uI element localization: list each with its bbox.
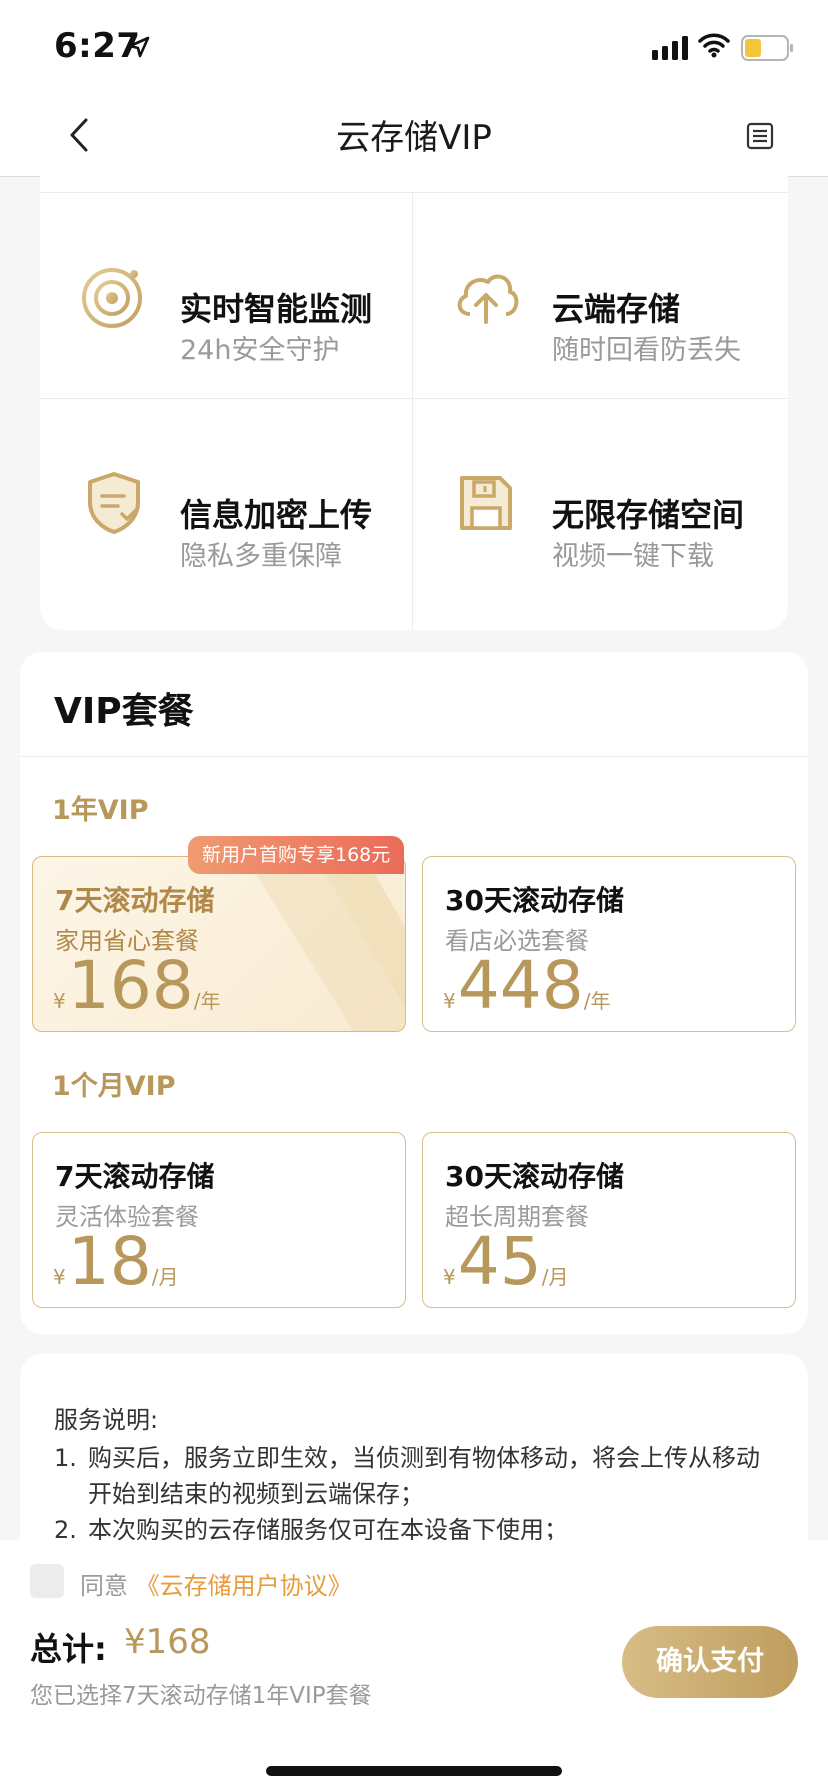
service-notes-title: 服务说明: bbox=[54, 1406, 159, 1434]
plan-yearly-30day[interactable]: 30天滚动存储 看店必选套餐 ¥448/年 bbox=[422, 856, 796, 1032]
new-user-promo-badge: 新用户首购专享168元 bbox=[188, 836, 405, 874]
back-button[interactable] bbox=[56, 110, 106, 160]
service-note-item: 2. 本次购买的云存储服务仅可在本设备下使用； bbox=[54, 1516, 568, 1540]
plan-price: ¥168/年 bbox=[53, 947, 221, 1024]
page-title: 云存储VIP bbox=[336, 118, 492, 158]
feature-unlimited-storage: 无限存储空间 视频一键下载 bbox=[412, 398, 784, 604]
plan-watermark-decoration bbox=[245, 857, 405, 1031]
wifi-icon bbox=[698, 33, 730, 58]
feature-subtitle: 24h安全守护 bbox=[180, 335, 340, 366]
feature-subtitle: 随时回看防丢失 bbox=[552, 335, 741, 366]
feature-encrypted-upload: 信息加密上传 隐私多重保障 bbox=[40, 398, 412, 604]
service-note-item: 1. 购买后，服务立即生效，当侦测到有物体移动，将会上传从移动 bbox=[54, 1444, 760, 1472]
user-agreement-link[interactable]: 《云存储用户协议》 bbox=[136, 1572, 352, 1600]
feature-title: 云端存储 bbox=[552, 290, 681, 328]
confirm-pay-button[interactable]: 确认支付 bbox=[622, 1626, 798, 1698]
plan-price: ¥18/月 bbox=[53, 1223, 179, 1300]
group-label-yearly: 1年VIP bbox=[52, 795, 149, 826]
cellular-signal-icon bbox=[652, 36, 688, 60]
list-document-icon bbox=[746, 122, 774, 150]
agreement-checkbox[interactable] bbox=[30, 1564, 64, 1598]
total-price: ¥168 bbox=[124, 1622, 211, 1662]
service-notes-card: 服务说明: 1. 购买后，服务立即生效，当侦测到有物体移动，将会上传从移动 开始到… bbox=[20, 1354, 808, 1540]
cloud-upload-icon bbox=[457, 274, 519, 324]
floppy-disk-icon bbox=[460, 476, 512, 530]
feature-title: 信息加密上传 bbox=[180, 496, 373, 534]
vip-section-title: VIP套餐 bbox=[54, 691, 194, 732]
feature-subtitle: 视频一键下载 bbox=[552, 541, 714, 572]
feature-cloud-storage: 云端存储 随时回看防丢失 bbox=[412, 192, 784, 398]
plan-name: 30天滚动存储 bbox=[445, 884, 624, 917]
plan-name: 30天滚动存储 bbox=[445, 1160, 624, 1193]
selected-plan-summary: 您已选择7天滚动存储1年VIP套餐 bbox=[30, 1683, 372, 1709]
features-card: 实时智能监测 24h安全守护 云端存储 随时回看防丢失 信息加密上传 隐私多重保… bbox=[40, 160, 788, 630]
feature-realtime-monitor: 实时智能监测 24h安全守护 bbox=[40, 192, 412, 398]
chevron-left-icon bbox=[70, 118, 88, 152]
monitor-target-icon bbox=[82, 268, 142, 328]
battery-icon bbox=[741, 35, 793, 61]
feature-title: 无限存储空间 bbox=[552, 496, 745, 534]
order-list-button[interactable] bbox=[740, 116, 780, 156]
plan-monthly-30day[interactable]: 30天滚动存储 超长周期套餐 ¥45/月 bbox=[422, 1132, 796, 1308]
status-bar: 6:27 bbox=[0, 0, 828, 96]
agreement-text: 同意 《云存储用户协议》 bbox=[80, 1572, 352, 1600]
feature-title: 实时智能监测 bbox=[180, 290, 373, 328]
checkout-bar: 同意 《云存储用户协议》 总计: ¥168 您已选择7天滚动存储1年VIP套餐 … bbox=[0, 1540, 828, 1792]
plan-price: ¥45/月 bbox=[443, 1223, 569, 1300]
plan-yearly-7day[interactable]: 7天滚动存储 家用省心套餐 ¥168/年 bbox=[32, 856, 406, 1032]
plan-price: ¥448/年 bbox=[443, 947, 611, 1024]
total-label: 总计: bbox=[30, 1630, 107, 1668]
service-note-continuation: 开始到结束的视频到云端保存； bbox=[88, 1480, 424, 1508]
feature-subtitle: 隐私多重保障 bbox=[180, 541, 342, 572]
shield-doc-icon bbox=[88, 472, 140, 534]
home-indicator bbox=[266, 1766, 562, 1776]
plan-monthly-7day[interactable]: 7天滚动存储 灵活体验套餐 ¥18/月 bbox=[32, 1132, 406, 1308]
group-label-monthly: 1个月VIP bbox=[52, 1071, 176, 1102]
vip-packages-card: VIP套餐 1年VIP 7天滚动存储 家用省心套餐 ¥168/年 30天滚动存储… bbox=[20, 652, 808, 1334]
location-arrow-icon bbox=[128, 36, 150, 58]
plan-name: 7天滚动存储 bbox=[55, 884, 215, 917]
plan-name: 7天滚动存储 bbox=[55, 1160, 215, 1193]
